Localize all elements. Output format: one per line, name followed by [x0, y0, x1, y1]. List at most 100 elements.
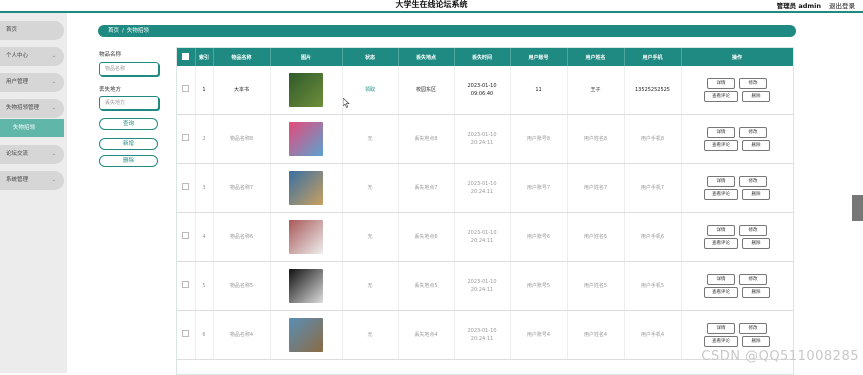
view-comments-button[interactable]: 查看评论 — [704, 238, 738, 249]
detail-button[interactable]: 详情 — [707, 78, 735, 89]
column-header: 状态 — [342, 48, 399, 66]
app-title: 大学生在线论坛系统 — [395, 0, 468, 9]
detail-button[interactable]: 详情 — [707, 176, 735, 187]
row-checkbox[interactable] — [177, 66, 196, 115]
delete-button[interactable]: 删除 — [742, 287, 770, 298]
sidebar-item-system-management[interactable]: 系统管理 ⌄ — [0, 171, 64, 190]
cell-time: 2023-01-10 09:06:40 — [454, 66, 511, 115]
edit-button[interactable]: 修改 — [739, 274, 767, 285]
cell-phone: 用户手机5 — [624, 261, 682, 311]
view-comments-button[interactable]: 查看评论 — [704, 336, 738, 347]
location-input[interactable]: 丢失地方 — [99, 96, 159, 110]
chevron-down-icon: ⌄ — [51, 53, 56, 59]
cell-time: 2023-01-10 20:24:11 — [454, 310, 511, 360]
cell-account: 11 — [510, 66, 568, 115]
view-comments-button[interactable]: 查看评论 — [704, 287, 738, 298]
view-comments-button[interactable]: 查看评论 — [704, 91, 738, 102]
delete-button[interactable]: 删除 — [742, 91, 770, 102]
cell-location: 丢失地点6 — [398, 212, 455, 262]
cell-location: 丢失地点5 — [398, 261, 455, 311]
location-label: 丢失地方 — [99, 87, 122, 93]
sidebar-item-label: 用户管理 — [6, 79, 29, 85]
breadcrumb-separator: / — [122, 28, 124, 34]
edit-button[interactable]: 修改 — [739, 323, 767, 334]
batch-delete-button[interactable]: 删除 — [99, 155, 158, 167]
chevron-down-icon: ⌄ — [51, 177, 56, 183]
column-header: 用户手机 — [624, 48, 682, 66]
sidebar-item-label: 系统管理 — [6, 177, 29, 183]
detail-button[interactable]: 详情 — [707, 225, 735, 236]
item-thumbnail[interactable] — [289, 269, 323, 303]
item-thumbnail[interactable] — [289, 220, 323, 254]
cell-phone: 用户手机7 — [624, 163, 682, 213]
column-header: 索引 — [195, 48, 214, 66]
edit-button[interactable]: 修改 — [739, 127, 767, 138]
cell-image — [270, 261, 343, 311]
edit-button[interactable]: 修改 — [739, 78, 767, 89]
row-checkbox[interactable] — [177, 163, 196, 213]
delete-button[interactable]: 删除 — [742, 140, 770, 151]
cell-actions: 详情 修改 查看评论 删除 — [681, 66, 793, 115]
row-checkbox[interactable] — [177, 114, 196, 164]
cell-status: 无 — [342, 310, 399, 360]
cell-username: 用户姓名5 — [567, 261, 625, 311]
cell-item-name: 物品名称5 — [213, 261, 271, 311]
row-checkbox[interactable] — [177, 310, 196, 360]
row-checkbox[interactable] — [177, 212, 196, 262]
item-thumbnail[interactable] — [289, 318, 323, 352]
delete-button[interactable]: 删除 — [742, 336, 770, 347]
cell-location: 丢失地点7 — [398, 163, 455, 213]
sidebar-item-home[interactable]: 首页 — [0, 21, 64, 40]
cell-phone: 用户手机4 — [624, 310, 682, 360]
cell-index: 2 — [195, 114, 214, 164]
column-header: 用户账号 — [510, 48, 568, 66]
cell-actions: 详情 修改 查看评论 删除 — [681, 261, 793, 311]
edit-button[interactable]: 修改 — [739, 176, 767, 187]
add-button[interactable]: 新增 — [99, 138, 158, 150]
edit-button[interactable]: 修改 — [739, 225, 767, 236]
view-comments-button[interactable]: 查看评论 — [704, 140, 738, 151]
item-thumbnail[interactable] — [289, 171, 323, 205]
item-thumbnail[interactable] — [289, 73, 323, 107]
sidebar-item-label: 首页 — [6, 27, 18, 33]
cell-index: 5 — [195, 261, 214, 311]
sidebar-item-forum[interactable]: 论坛交流 ⌄ — [0, 145, 64, 164]
cell-index: 6 — [195, 310, 214, 360]
lost-found-table: 索引 物品名称 图片 状态 丢失地点 丢失时间 用户账号 用户姓名 用户手机 操… — [176, 47, 794, 375]
top-bar: 大学生在线论坛系统 管理员 admin 退出登录 — [0, 0, 863, 13]
query-button[interactable]: 查询 — [99, 118, 158, 130]
cell-image — [270, 212, 343, 262]
cell-location: 丢失地点4 — [398, 310, 455, 360]
sidebar-item-personal-center[interactable]: 个人中心 ⌄ — [0, 47, 64, 66]
watermark: CSDN @QQ511008285 — [701, 349, 859, 364]
column-header: 图片 — [270, 48, 343, 66]
item-name-input[interactable]: 物品名称 — [99, 62, 159, 76]
sidebar-item-lost-found[interactable]: 失物招领 — [0, 119, 64, 137]
page-scrollbar[interactable] — [852, 195, 863, 221]
detail-button[interactable]: 详情 — [707, 274, 735, 285]
cell-actions: 详情 修改 查看评论 删除 — [681, 114, 793, 164]
cell-time: 2023-01-10 20:24:11 — [454, 114, 511, 164]
logout-link[interactable]: 退出登录 — [829, 0, 855, 10]
sidebar-item-lost-found-management[interactable]: 失物招领管理 ⌄ — [0, 99, 64, 118]
cell-phone: 13525252525 — [624, 66, 682, 115]
row-checkbox[interactable] — [177, 261, 196, 311]
chevron-down-icon: ⌄ — [51, 105, 56, 111]
detail-button[interactable]: 详情 — [707, 323, 735, 334]
cell-item-name: 物品名称6 — [213, 212, 271, 262]
cell-image — [270, 114, 343, 164]
select-all-checkbox[interactable] — [177, 48, 196, 66]
item-name-label: 物品名称 — [99, 52, 122, 58]
view-comments-button[interactable]: 查看评论 — [704, 189, 738, 200]
delete-button[interactable]: 删除 — [742, 238, 770, 249]
cell-account: 用户账号6 — [510, 212, 568, 262]
delete-button[interactable]: 删除 — [742, 189, 770, 200]
item-thumbnail[interactable] — [289, 122, 323, 156]
cell-account: 用户账号8 — [510, 114, 568, 164]
cell-location: 丢失地点8 — [398, 114, 455, 164]
cell-username: 用户姓名7 — [567, 163, 625, 213]
sidebar-item-user-management[interactable]: 用户管理 ⌄ — [0, 73, 64, 92]
cell-account: 用户账号7 — [510, 163, 568, 213]
breadcrumb-home[interactable]: 首页 — [108, 28, 119, 34]
detail-button[interactable]: 详情 — [707, 127, 735, 138]
